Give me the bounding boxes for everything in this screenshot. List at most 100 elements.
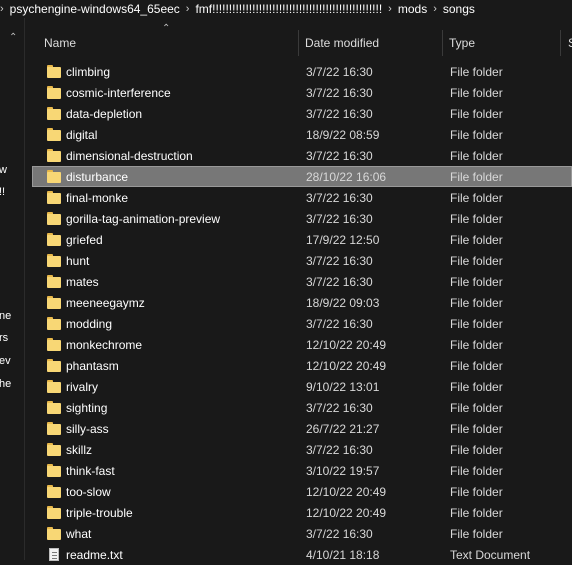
file-name: rivalry xyxy=(66,380,98,394)
column-divider[interactable] xyxy=(560,30,561,56)
file-row[interactable]: silly-ass 26/7/22 21:27 File folder xyxy=(32,418,572,439)
breadcrumb: › psychengine-windows64_65eec › fmf!!!!!… xyxy=(0,0,572,18)
nav-item-fragment[interactable]: he xyxy=(0,378,11,390)
file-date-modified: 3/7/22 16:30 xyxy=(306,527,373,541)
breadcrumb-item-fmf[interactable]: fmf!!!!!!!!!!!!!!!!!!!!!!!!!!!!!!!!!!!!!… xyxy=(195,2,382,16)
folder-icon xyxy=(47,401,61,414)
nav-item-fragment[interactable]: !! xyxy=(0,186,5,198)
folder-icon xyxy=(47,338,61,351)
file-row[interactable]: griefed 17/9/22 12:50 File folder xyxy=(32,229,572,250)
file-name: too-slow xyxy=(66,485,111,499)
column-headers: ⌃ Name Date modified Type S xyxy=(32,23,572,58)
file-row[interactable]: rivalry 9/10/22 13:01 File folder xyxy=(32,376,572,397)
folder-icon xyxy=(47,422,61,435)
file-row[interactable]: monkechrome 12/10/22 20:49 File folder xyxy=(32,334,572,355)
breadcrumb-item-songs[interactable]: songs xyxy=(443,2,475,16)
file-type: File folder xyxy=(450,506,503,520)
file-type: File folder xyxy=(450,86,503,100)
file-name: silly-ass xyxy=(66,422,109,436)
breadcrumb-item-root[interactable]: psychengine-windows64_65eec xyxy=(10,2,180,16)
folder-icon xyxy=(47,317,61,330)
column-header-size[interactable]: S xyxy=(568,28,572,58)
file-name: mates xyxy=(66,275,99,289)
file-date-modified: 3/7/22 16:30 xyxy=(306,254,373,268)
file-row[interactable]: final-monke 3/7/22 16:30 File folder xyxy=(32,187,572,208)
file-date-modified: 9/10/22 13:01 xyxy=(306,380,380,394)
file-date-modified: 3/7/22 16:30 xyxy=(306,401,373,415)
file-type: File folder xyxy=(450,107,503,121)
file-row[interactable]: hunt 3/7/22 16:30 File folder xyxy=(32,250,572,271)
file-date-modified: 3/7/22 16:30 xyxy=(306,65,373,79)
file-date-modified: 3/7/22 16:30 xyxy=(306,86,373,100)
file-name: monkechrome xyxy=(66,338,143,352)
file-date-modified: 12/10/22 20:49 xyxy=(306,485,387,499)
folder-icon xyxy=(47,506,61,519)
file-row[interactable]: think-fast 3/10/22 19:57 File folder xyxy=(32,460,572,481)
text-document-icon xyxy=(47,548,61,561)
folder-icon xyxy=(47,149,61,162)
folder-icon xyxy=(47,170,61,183)
column-header-name[interactable]: Name xyxy=(44,28,76,58)
navigation-pane[interactable]: ⌃ w !! ne rs ev he xyxy=(0,18,24,560)
file-date-modified: 12/10/22 20:49 xyxy=(306,359,387,373)
breadcrumb-separator: › xyxy=(0,3,4,15)
folder-icon xyxy=(47,107,61,120)
file-date-modified: 12/10/22 20:49 xyxy=(306,338,387,352)
file-row[interactable]: readme.txt 4/10/21 18:18 Text Document xyxy=(32,544,572,565)
file-name: triple-trouble xyxy=(66,506,133,520)
file-row[interactable]: what 3/7/22 16:30 File folder xyxy=(32,523,572,544)
folder-icon xyxy=(47,485,61,498)
file-date-modified: 18/9/22 08:59 xyxy=(306,128,380,142)
file-row[interactable]: meeneegaymz 18/9/22 09:03 File folder xyxy=(32,292,572,313)
file-name: sighting xyxy=(66,401,108,415)
file-row[interactable]: gorilla-tag-animation-preview 3/7/22 16:3… xyxy=(32,208,572,229)
file-row[interactable]: dimensional-destruction 3/7/22 16:30 File … xyxy=(32,145,572,166)
file-type: File folder xyxy=(450,254,503,268)
file-row[interactable]: data-depletion 3/7/22 16:30 File folder xyxy=(32,103,572,124)
file-type: File folder xyxy=(450,170,503,184)
file-type: File folder xyxy=(450,128,503,142)
file-date-modified: 3/7/22 16:30 xyxy=(306,275,373,289)
file-name: meeneegaymz xyxy=(66,296,145,310)
file-row[interactable]: modding 3/7/22 16:30 File folder xyxy=(32,313,572,334)
file-row[interactable]: mates 3/7/22 16:30 File folder xyxy=(32,271,572,292)
file-row[interactable]: too-slow 12/10/22 20:49 File folder xyxy=(32,481,572,502)
breadcrumb-item-mods[interactable]: mods xyxy=(398,2,427,16)
file-date-modified: 28/10/22 16:06 xyxy=(306,170,387,184)
file-row[interactable]: triple-trouble 12/10/22 20:49 File folder xyxy=(32,502,572,523)
file-row[interactable]: climbing 3/7/22 16:30 File folder xyxy=(32,61,572,82)
file-row[interactable]: disturbance 28/10/22 16:06 File folder xyxy=(32,166,572,187)
sort-ascending-icon: ⌃ xyxy=(162,23,171,34)
chevron-up-icon[interactable]: ⌃ xyxy=(9,32,17,43)
file-row[interactable]: phantasm 12/10/22 20:49 File folder xyxy=(32,355,572,376)
file-date-modified: 18/9/22 09:03 xyxy=(306,296,380,310)
breadcrumb-separator: › xyxy=(433,3,437,15)
column-divider[interactable] xyxy=(442,30,443,56)
nav-item-fragment[interactable]: ev xyxy=(0,355,11,367)
file-type: File folder xyxy=(450,149,503,163)
file-name: climbing xyxy=(66,65,111,79)
file-date-modified: 3/7/22 16:30 xyxy=(306,212,373,226)
folder-icon xyxy=(47,275,61,288)
folder-icon xyxy=(47,65,61,78)
file-name: dimensional-destruction xyxy=(66,149,193,163)
file-row[interactable]: skillz 3/7/22 16:30 File folder xyxy=(32,439,572,460)
file-name: what xyxy=(66,527,92,541)
pane-divider[interactable] xyxy=(24,18,25,560)
file-date-modified: 3/10/22 19:57 xyxy=(306,464,380,478)
file-date-modified: 17/9/22 12:50 xyxy=(306,233,380,247)
file-name: cosmic-interference xyxy=(66,86,171,100)
file-row[interactable]: cosmic-interference 3/7/22 16:30 File fold… xyxy=(32,82,572,103)
nav-item-fragment[interactable]: w xyxy=(0,164,7,176)
file-type: File folder xyxy=(450,317,503,331)
file-name: gorilla-tag-animation-preview xyxy=(66,212,221,226)
nav-item-fragment[interactable]: ne xyxy=(0,310,11,322)
column-header-type[interactable]: Type xyxy=(449,28,475,58)
column-divider[interactable] xyxy=(298,30,299,56)
file-row[interactable]: sighting 3/7/22 16:30 File folder xyxy=(32,397,572,418)
column-header-date-modified[interactable]: Date modified xyxy=(305,28,379,58)
nav-item-fragment[interactable]: rs xyxy=(0,332,8,344)
file-row[interactable]: digital 18/9/22 08:59 File folder xyxy=(32,124,572,145)
file-name: skillz xyxy=(66,443,92,457)
file-name: data-depletion xyxy=(66,107,143,121)
